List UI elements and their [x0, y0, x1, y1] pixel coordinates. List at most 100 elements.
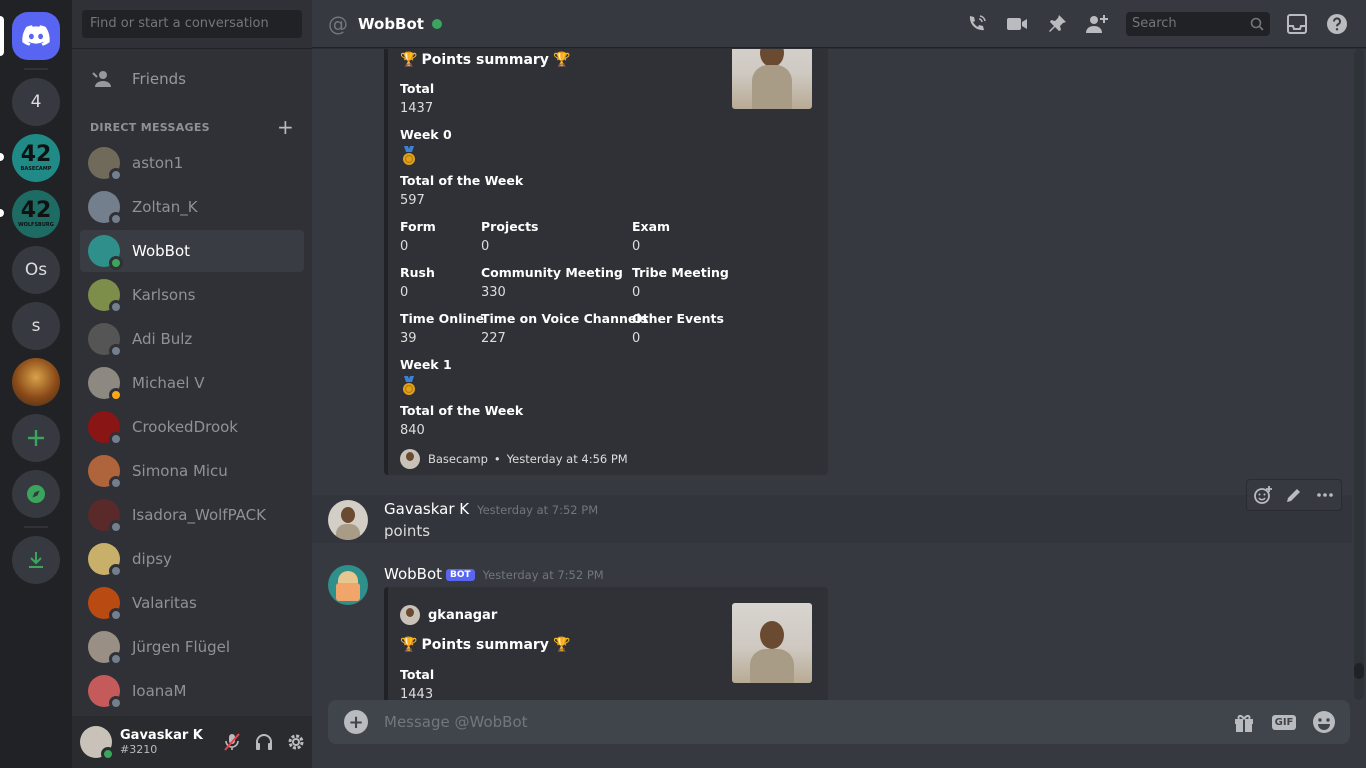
footer-avatar [400, 449, 420, 469]
medal-icon [400, 376, 418, 400]
footer-source: Basecamp [428, 452, 488, 466]
start-voice-call-button[interactable] [965, 12, 989, 36]
add-server-button[interactable] [12, 414, 60, 462]
dm-item[interactable]: Michael V [80, 362, 304, 404]
mute-button[interactable] [216, 726, 248, 758]
status-indicator [109, 388, 123, 402]
add-friends-to-dm-button[interactable] [1085, 12, 1109, 36]
search-input[interactable]: Search [1126, 12, 1270, 36]
status-indicator [109, 652, 123, 666]
start-video-call-button[interactable] [1005, 12, 1029, 36]
footer-time: Yesterday at 4:56 PM [506, 452, 628, 466]
server-label: Os [24, 260, 48, 280]
emoji-button[interactable] [1310, 708, 1338, 736]
edit-pencil-icon[interactable] [1285, 486, 1303, 504]
message-header: Gavaskar K Yesterday at 7:52 PM [384, 500, 598, 518]
author-name[interactable]: Gavaskar K [384, 500, 469, 518]
dm-item[interactable]: Simona Micu [80, 450, 304, 492]
embed-title: 🏆 Points summary 🏆 [400, 637, 570, 653]
explore-servers-button[interactable] [12, 470, 60, 518]
phone-call-icon [969, 15, 986, 31]
embed-author: gkanagar [400, 605, 497, 625]
search-placeholder: Search [1132, 16, 1177, 31]
user-panel: Gavaskar K #3210 [72, 716, 312, 768]
dm-item[interactable]: Valaritas [80, 582, 304, 624]
pinned-messages-button[interactable] [1045, 12, 1069, 36]
discord-home-button[interactable] [12, 12, 60, 60]
status-indicator [109, 168, 123, 182]
dm-sidebar: Find or start a conversation Friends DIR… [72, 0, 312, 768]
search-icon [1250, 17, 1264, 31]
server-42-wolfsburg[interactable]: 42 WOLFSBURG [12, 190, 60, 238]
user-settings-button[interactable] [280, 726, 312, 758]
dm-item[interactable]: IoanaM [80, 670, 304, 712]
message-input[interactable] [384, 713, 1230, 731]
add-reaction-icon[interactable] [1253, 485, 1273, 505]
field-value: 0 [632, 331, 641, 346]
upload-plus-button[interactable]: + [344, 710, 368, 734]
author-avatar[interactable] [328, 500, 368, 540]
user-names[interactable]: Gavaskar K #3210 [120, 728, 216, 756]
embed-thumbnail-image[interactable] [732, 49, 812, 109]
field-value: 0 [400, 285, 409, 300]
server-42-basecamp[interactable]: 42 BASECAMP [12, 134, 60, 182]
avatar [88, 411, 123, 446]
dm-name: Simona Micu [132, 462, 228, 480]
username: Gavaskar K [120, 728, 203, 743]
dm-item[interactable]: aston1 [80, 142, 304, 184]
server-4[interactable]: 4 [12, 78, 60, 126]
gif-button[interactable]: GIF [1270, 708, 1298, 736]
dm-item[interactable]: Zoltan_K [80, 186, 304, 228]
author-name[interactable]: WobBot [384, 565, 442, 583]
embed-author-name[interactable]: gkanagar [428, 608, 497, 623]
avatar [88, 367, 123, 402]
field-label: Exam [632, 219, 671, 234]
embed-thumbnail-image[interactable] [732, 603, 812, 683]
avatar [88, 499, 123, 534]
unread-indicator [0, 209, 4, 217]
deafen-button[interactable] [248, 726, 280, 758]
more-options-icon[interactable] [1315, 485, 1335, 505]
bot-avatar[interactable] [328, 565, 368, 605]
server-os[interactable]: Os [12, 246, 60, 294]
help-button[interactable] [1325, 12, 1349, 36]
message-text: points [384, 522, 431, 540]
gift-button[interactable] [1230, 708, 1258, 736]
dm-item[interactable]: WobBot [80, 230, 304, 272]
dm-name: Adi Bulz [132, 330, 193, 348]
points-embed: gkanagar 🏆 Points summary 🏆 Total 1443 [384, 587, 828, 700]
status-indicator [109, 696, 123, 710]
user-avatar[interactable] [80, 726, 115, 761]
create-dm-plus-icon[interactable]: + [277, 115, 294, 139]
status-indicator [109, 520, 123, 534]
dm-name: aston1 [132, 154, 184, 172]
inbox-button[interactable] [1285, 12, 1309, 36]
field-value: 0 [632, 285, 641, 300]
unread-indicator [0, 153, 4, 161]
field-label: Projects [481, 219, 539, 234]
find-conversation-button[interactable]: Find or start a conversation [82, 10, 302, 38]
scrollbar-track[interactable] [1354, 49, 1364, 700]
server-s[interactable]: s [12, 302, 60, 350]
trophy-icon: 🏆 [552, 52, 571, 68]
download-apps-button[interactable] [12, 536, 60, 584]
scrollbar-thumb[interactable] [1354, 663, 1364, 679]
status-indicator [109, 344, 123, 358]
dm-item[interactable]: Isadora_WolfPACK [80, 494, 304, 536]
dm-item[interactable]: Adi Bulz [80, 318, 304, 360]
field-label: Week 0 [400, 127, 452, 142]
server-logo-caption: BASECAMP [20, 166, 52, 172]
dm-item[interactable]: CrookedDrook [80, 406, 304, 448]
dm-item[interactable]: Karlsons [80, 274, 304, 316]
dm-item[interactable]: dipsy [80, 538, 304, 580]
server-image-icon[interactable] [12, 358, 60, 406]
friends-nav-item[interactable]: Friends [80, 58, 304, 100]
status-indicator [109, 300, 123, 314]
compass-icon [27, 485, 45, 503]
dm-name: dipsy [132, 550, 172, 568]
divider [72, 48, 312, 49]
message-composer: + GIF [328, 700, 1350, 744]
field-label: Tribe Meeting [632, 265, 729, 280]
dm-item[interactable]: Jürgen Flügel [80, 626, 304, 668]
points-embed: 🏆 Points summary 🏆 Total 1437 Week 0 Tot… [384, 49, 828, 475]
